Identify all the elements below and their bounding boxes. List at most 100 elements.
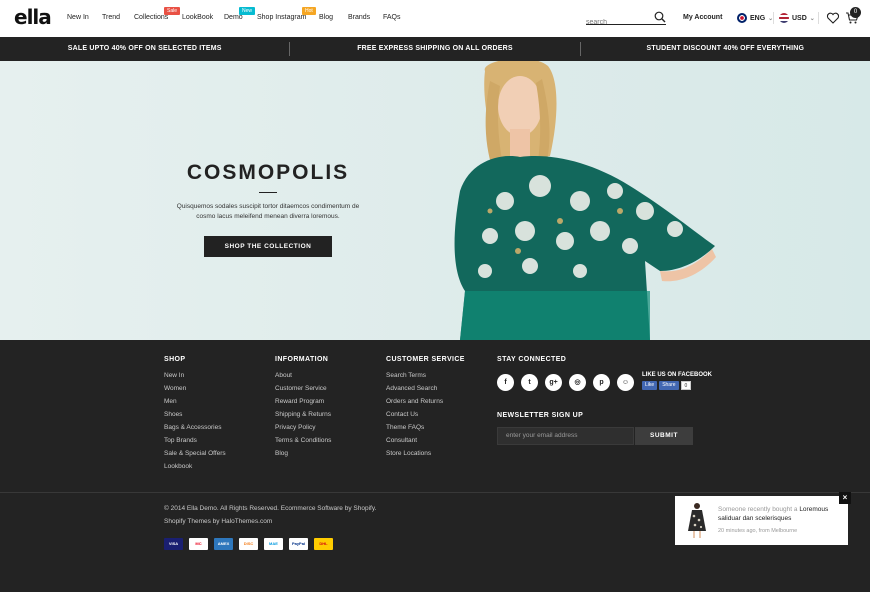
stay-connected-heading: STAY CONNECTED — [497, 356, 567, 363]
footer-link[interactable]: New In — [164, 372, 226, 385]
promo-student[interactable]: STUDENT DISCOUNT 40% OFF EVERYTHING — [581, 37, 870, 61]
newsletter-submit-button[interactable]: SUBMIT — [635, 427, 693, 445]
footer-link[interactable]: Store Locations — [386, 450, 443, 463]
footer-link[interactable]: Shoes — [164, 411, 226, 424]
divider — [773, 12, 774, 24]
nav-demo[interactable]: Demo New — [224, 7, 256, 21]
footer-link[interactable]: Privacy Policy — [275, 424, 331, 437]
pinterest-icon[interactable]: p — [593, 374, 610, 391]
cart-count-badge: 0 — [850, 7, 861, 18]
nav-lookbook[interactable]: LookBook — [182, 14, 213, 21]
facebook-like-label: LIKE US ON FACEBOOK — [642, 372, 713, 378]
popup-time-location: 20 minutes ago, from Melbourne — [718, 528, 798, 534]
instagram-icon[interactable]: ◎ — [569, 374, 586, 391]
dhl-icon: DHL — [314, 538, 333, 550]
us-flag-icon — [779, 13, 789, 23]
footer-link[interactable]: Customer Service — [275, 385, 331, 398]
fb-share-button[interactable]: Share — [659, 381, 679, 390]
nav-label: Collections — [134, 14, 169, 21]
facebook-widget: Like Share 0 — [642, 381, 692, 390]
currency-selector[interactable]: USD ⌄ — [779, 13, 815, 23]
footer-link[interactable]: Men — [164, 398, 226, 411]
nav-collections[interactable]: Collections Sale — [134, 7, 181, 21]
popup-message: Someone recently bought a Loremous salid… — [718, 505, 843, 523]
hero-model-image — [454, 61, 716, 340]
footer-link[interactable]: Advanced Search — [386, 385, 443, 398]
hero-banner: COSMOPOLIS Quisquemos sodales suscipit t… — [0, 61, 870, 340]
footer-link[interactable]: Contact Us — [386, 411, 443, 424]
footer-link[interactable]: Shipping & Returns — [275, 411, 331, 424]
footer-link[interactable]: Women — [164, 385, 226, 398]
uk-flag-icon — [737, 13, 747, 23]
nav-blog[interactable]: Blog — [319, 14, 333, 21]
nav-label: Demo — [224, 14, 243, 21]
site-header: ella New In Trend Collections Sale LookB… — [0, 0, 870, 37]
credits-link[interactable]: Shopify Themes by HaloThemes.com — [164, 518, 272, 525]
footer-link[interactable]: Blog — [275, 450, 331, 463]
search-icon[interactable] — [654, 11, 666, 23]
nav-brands[interactable]: Brands — [348, 14, 370, 21]
promo-bar: SALE UPTO 40% OFF ON SELECTED ITEMS FREE… — [0, 37, 870, 61]
close-icon[interactable]: × — [839, 492, 851, 504]
nav-shop-instagram[interactable]: Shop Instagram Hot — [257, 7, 316, 21]
shop-collection-button[interactable]: SHOP THE COLLECTION — [204, 236, 332, 257]
search-box — [586, 11, 666, 26]
divider — [0, 492, 870, 493]
newsletter-email-input[interactable]: enter your email address — [497, 427, 634, 445]
payment-methods: VISA MC AMEX DISC MAE PayPal DHL — [164, 538, 333, 550]
nav-faqs[interactable]: FAQs — [383, 14, 401, 21]
information-heading: INFORMATION — [275, 356, 329, 363]
footer-link[interactable]: Top Brands — [164, 437, 226, 450]
hot-badge: Hot — [302, 7, 316, 15]
chevron-down-icon: ⌄ — [809, 15, 815, 22]
hero-title: COSMOPOLIS — [186, 161, 350, 184]
visa-icon: VISA — [164, 538, 183, 550]
footer-link[interactable]: Orders and Returns — [386, 398, 443, 411]
twitter-icon[interactable]: t — [521, 374, 538, 391]
hero-description: Quisquemos sodales suscipit tortor ditae… — [176, 203, 360, 220]
discover-icon: DISC — [239, 538, 258, 550]
language-value: ENG — [750, 14, 766, 22]
facebook-icon[interactable]: f — [497, 374, 514, 391]
shop-heading: SHOP — [164, 356, 186, 363]
new-badge: New — [239, 7, 256, 15]
maestro-icon: MAE — [264, 538, 283, 550]
google-plus-icon[interactable]: g+ — [545, 374, 562, 391]
recent-purchase-popup[interactable]: Someone recently bought a Loremous salid… — [675, 496, 848, 545]
nav-trend[interactable]: Trend — [102, 14, 120, 21]
footer-link[interactable]: Theme FAQs — [386, 424, 443, 437]
footer-link[interactable]: Bags & Accessories — [164, 424, 226, 437]
wishlist-heart-icon[interactable] — [826, 11, 840, 25]
promo-sale[interactable]: SALE UPTO 40% OFF ON SELECTED ITEMS — [0, 37, 289, 61]
nav-new-in[interactable]: New In — [67, 14, 89, 21]
site-footer: SHOP New In Women Men Shoes Bags & Acces… — [0, 340, 870, 592]
search-input[interactable] — [586, 19, 652, 26]
footer-link[interactable]: About — [275, 372, 331, 385]
amex-icon: AMEX — [214, 538, 233, 550]
customer-service-links: Search Terms Advanced Search Orders and … — [386, 372, 443, 463]
footer-link[interactable]: Search Terms — [386, 372, 443, 385]
sale-badge: Sale — [164, 7, 181, 15]
shop-links: New In Women Men Shoes Bags & Accessorie… — [164, 372, 226, 476]
promo-shipping[interactable]: FREE EXPRESS SHIPPING ON ALL ORDERS — [290, 37, 579, 61]
footer-link[interactable]: Terms & Conditions — [275, 437, 331, 450]
product-thumbnail — [683, 501, 711, 540]
customer-service-heading: CUSTOMER SERVICE — [386, 356, 465, 363]
newsletter-heading: NEWSLETTER SIGN UP — [497, 412, 584, 419]
my-account-link[interactable]: My Account — [683, 14, 722, 21]
copyright-text: © 2014 Ella Demo. All Rights Reserved. E… — [164, 505, 377, 512]
footer-link[interactable]: Consultant — [386, 437, 443, 450]
information-links: About Customer Service Reward Program Sh… — [275, 372, 331, 463]
site-logo[interactable]: ella — [14, 5, 52, 29]
fb-like-button[interactable]: Like — [642, 381, 658, 390]
snapchat-icon[interactable]: ☺ — [617, 374, 634, 391]
fb-like-count: 0 — [680, 381, 692, 390]
footer-link[interactable]: Lookbook — [164, 463, 226, 476]
footer-link[interactable]: Sale & Special Offers — [164, 450, 226, 463]
popup-prefix: Someone recently bought a — [718, 506, 798, 513]
divider — [259, 192, 277, 193]
currency-value: USD — [792, 14, 807, 22]
mastercard-icon: MC — [189, 538, 208, 550]
language-selector[interactable]: ENG ⌄ — [737, 13, 773, 23]
footer-link[interactable]: Reward Program — [275, 398, 331, 411]
